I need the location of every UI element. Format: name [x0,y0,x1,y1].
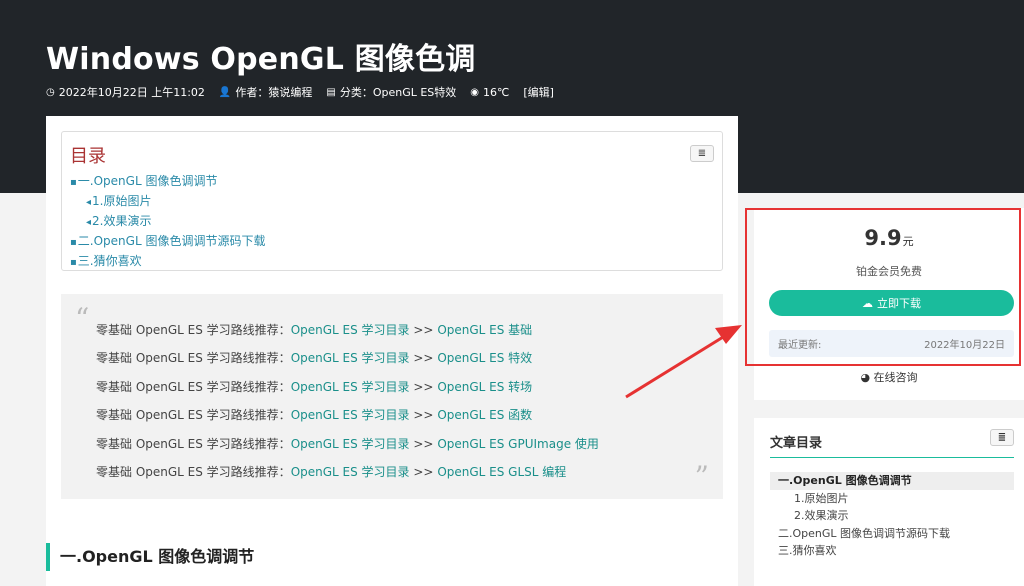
toc-bullet-icon: ▪ [70,237,77,248]
toc-item[interactable]: ▪一.OpenGL 图像色调调节 [70,172,714,192]
sidebar-toc-item[interactable]: 2.效果演示 [770,507,1014,525]
quote-line: 零基础 OpenGL ES 学习路线推荐：OpenGL ES 学习目录 >> O… [96,351,533,366]
toc-item[interactable]: ◂1.原始图片 [70,192,714,212]
quote-close-icon: ” [694,460,709,493]
quote-open-icon: “ [75,302,90,335]
sidebar-toc-item[interactable]: 二.OpenGL 图像色调调节源码下载 [770,525,1014,543]
sidebar-toc-toggle-button[interactable]: ≣ [990,429,1014,446]
learning-path-quote: “ 零基础 OpenGL ES 学习路线推荐：OpenGL ES 学习目录 >>… [61,294,723,499]
sidebar-toc: 文章目录 ≣ 一.OpenGL 图像色调调节 1.原始图片 2.效果演示 二.Open… [754,418,1024,586]
topic-link[interactable]: OpenGL ES GLSL 编程 [437,465,566,479]
toc-bullet-icon: ▪ [70,257,77,268]
learning-index-link[interactable]: OpenGL ES 学习目录 [291,323,410,337]
article-body: 目录 ≣ ▪一.OpenGL 图像色调调节 ◂1.原始图片 ◂2.效果演示 ▪二.Op… [46,116,738,586]
eye-icon: ◉ [470,86,480,98]
quote-line: 零基础 OpenGL ES 学习路线推荐：OpenGL ES 学习目录 >> O… [96,408,533,423]
post-meta: ◷ 2022年10月22日 上午11:02 👤 作者：猿说编程 ▤ 分类：Ope… [46,84,554,100]
sidebar-toc-item[interactable]: 一.OpenGL 图像色调调节 [770,472,1014,490]
toc-item[interactable]: ▪二.OpenGL 图像色调调节源码下载 [70,232,714,252]
list-icon: ≣ [997,432,1007,443]
topic-link[interactable]: OpenGL ES GPUImage 使用 [437,437,599,451]
quote-line: 零基础 OpenGL ES 学习路线推荐：OpenGL ES 学习目录 >> O… [96,465,567,480]
quote-line: 零基础 OpenGL ES 学习路线推荐：OpenGL ES 学习目录 >> O… [96,379,533,394]
toc-bullet-icon: ◂ [86,197,92,208]
topic-link[interactable]: OpenGL ES 转场 [437,380,532,394]
folder-icon: ▤ [326,86,336,98]
user-icon: 👤 [218,86,232,98]
section-heading: 一.OpenGL 图像色调调节 [46,543,738,571]
learning-index-link[interactable]: OpenGL ES 学习目录 [291,380,410,394]
meta-author[interactable]: 👤 作者：猿说编程 [219,84,312,100]
page-title: Windows OpenGL 图像色调 [46,42,476,77]
list-icon: ≣ [697,148,707,159]
learning-index-link[interactable]: OpenGL ES 学习目录 [291,465,410,479]
sidebar-toc-item[interactable]: 1.原始图片 [770,490,1014,508]
learning-index-link[interactable]: OpenGL ES 学习目录 [291,351,410,365]
quote-lines: 零基础 OpenGL ES 学习路线推荐：OpenGL ES 学习目录 >> O… [96,316,703,486]
edit-link[interactable]: [编辑] [523,84,554,100]
quote-line: 零基础 OpenGL ES 学习路线推荐：OpenGL ES 学习目录 >> O… [96,436,599,451]
toc-bullet-icon: ▪ [70,177,77,188]
clock-icon: ◷ [46,86,55,98]
toc-list: ▪一.OpenGL 图像色调调节 ◂1.原始图片 ◂2.效果演示 ▪二.OpenGL … [70,172,714,272]
online-consult-link[interactable]: ◕ 在线咨询 [754,369,1024,385]
topic-link[interactable]: OpenGL ES 基础 [437,323,532,337]
quote-line: 零基础 OpenGL ES 学习路线推荐：OpenGL ES 学习目录 >> O… [96,323,533,337]
highlight-box [745,208,1021,366]
meta-category[interactable]: ▤ 分类：OpenGL ES特效 [326,84,456,100]
toc-title: 目录 [70,146,106,167]
sidebar-toc-title: 文章目录 ≣ [770,429,1014,458]
toc-toggle-button[interactable]: ≣ [690,145,714,162]
topic-link[interactable]: OpenGL ES 特效 [437,351,532,365]
sidebar-toc-list: 一.OpenGL 图像色调调节 1.原始图片 2.效果演示 二.OpenGL 图像色调… [770,472,1014,560]
meta-date: ◷ 2022年10月22日 上午11:02 [46,86,205,99]
toc-item[interactable]: ▪三.猜你喜欢 [70,252,714,272]
table-of-contents: 目录 ≣ ▪一.OpenGL 图像色调调节 ◂1.原始图片 ◂2.效果演示 ▪二.Op… [61,131,723,271]
sidebar-toc-item[interactable]: 三.猜你喜欢 [770,542,1014,560]
learning-index-link[interactable]: OpenGL ES 学习目录 [291,408,410,422]
meta-views: ◉ 16℃ [470,85,510,99]
toc-bullet-icon: ◂ [86,217,92,228]
qq-icon: ◕ [860,371,871,384]
toc-item[interactable]: ◂2.效果演示 [70,212,714,232]
topic-link[interactable]: OpenGL ES 函数 [437,408,532,422]
learning-index-link[interactable]: OpenGL ES 学习目录 [291,437,410,451]
